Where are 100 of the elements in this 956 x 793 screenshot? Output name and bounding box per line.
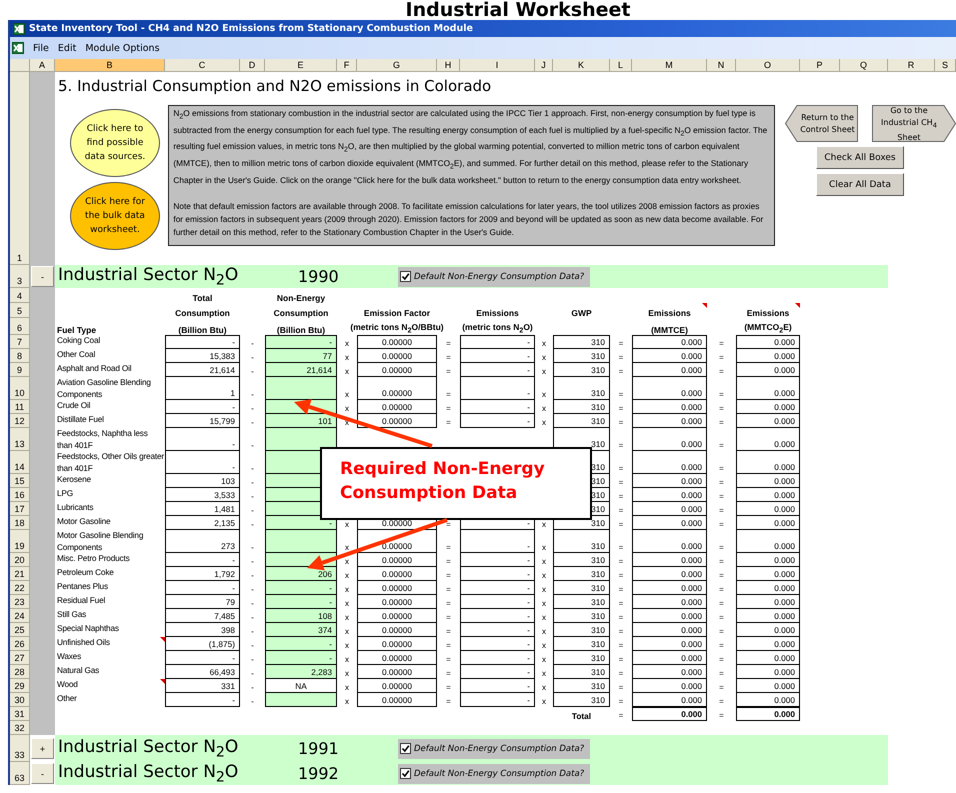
row-header[interactable]: 1 [10, 72, 30, 265]
outline-toggle-button[interactable]: + [31, 738, 54, 759]
value-cell[interactable]: 0.000 [632, 414, 707, 428]
value-cell[interactable]: 15,799 [165, 414, 240, 428]
value-cell[interactable]: 0.000 [632, 335, 707, 349]
value-cell[interactable]: 0.00000 [357, 679, 437, 693]
value-cell[interactable]: 0.000 [632, 488, 707, 502]
value-cell[interactable]: 310 [553, 637, 610, 651]
row-header[interactable]: 30 [10, 693, 30, 707]
value-cell[interactable]: - [460, 595, 535, 609]
value-cell[interactable]: 0.000 [632, 400, 707, 414]
nav-button[interactable]: Go to the Industrial CH$_{4}$ Sheet [872, 105, 956, 142]
value-cell[interactable]: 0.000 [736, 567, 800, 581]
column-header[interactable]: G [357, 59, 437, 72]
row-header[interactable]: 24 [10, 609, 30, 623]
value-cell[interactable]: - [460, 651, 535, 665]
value-cell[interactable]: 0.000 [736, 414, 800, 428]
column-header[interactable]: I [460, 59, 535, 72]
value-cell[interactable]: 0.000 [736, 595, 800, 609]
value-cell[interactable]: 0.000 [632, 623, 707, 637]
value-cell[interactable]: - [460, 400, 535, 414]
row-header[interactable]: 26 [10, 637, 30, 651]
value-cell[interactable]: 0.000 [632, 428, 707, 451]
value-cell[interactable]: 0.000 [736, 363, 800, 377]
column-header[interactable]: J [535, 59, 553, 72]
value-cell[interactable]: 0.000 [736, 623, 800, 637]
value-cell[interactable]: - [165, 553, 240, 567]
column-header[interactable]: B [55, 59, 165, 72]
value-cell[interactable]: 0.000 [736, 400, 800, 414]
value-cell[interactable]: 0.000 [736, 530, 800, 553]
value-cell[interactable]: 310 [553, 651, 610, 665]
value-cell[interactable]: 0.000 [736, 581, 800, 595]
value-cell[interactable]: 103 [165, 474, 240, 488]
value-cell[interactable]: - [460, 363, 535, 377]
value-cell[interactable]: - [165, 693, 240, 707]
value-cell[interactable]: 0.000 [632, 530, 707, 553]
row-header[interactable]: 17 [10, 502, 30, 516]
row-header[interactable]: 20 [10, 553, 30, 567]
input-cell[interactable] [265, 428, 337, 451]
comment-marker[interactable] [160, 637, 165, 642]
row-header[interactable]: 4 [10, 288, 30, 303]
value-cell[interactable]: - [460, 335, 535, 349]
value-cell[interactable]: 101 [265, 414, 337, 428]
column-header[interactable]: A [30, 59, 55, 72]
value-cell[interactable]: 1,792 [165, 567, 240, 581]
value-cell[interactable]: 0.000 [632, 516, 707, 530]
value-cell[interactable]: 310 [553, 595, 610, 609]
value-cell[interactable]: - [460, 567, 535, 581]
default-data-checkbox[interactable]: Default Non-Energy Consumption Data? [398, 266, 590, 287]
value-cell[interactable]: 0.000 [736, 474, 800, 488]
value-cell[interactable]: 7,485 [165, 609, 240, 623]
row-header[interactable]: 6 [10, 318, 30, 335]
value-cell[interactable]: - [165, 428, 240, 451]
value-cell[interactable]: 0.000 [736, 502, 800, 516]
column-header[interactable]: S [935, 59, 956, 72]
action-button[interactable]: Clear All Data [816, 173, 904, 196]
row-header[interactable]: 12 [10, 414, 30, 428]
value-cell[interactable]: 0.00000 [357, 363, 437, 377]
value-cell[interactable]: 0.000 [632, 567, 707, 581]
row-header[interactable]: 15 [10, 474, 30, 488]
menu-item[interactable]: Edit [58, 42, 76, 54]
value-cell[interactable]: 310 [553, 414, 610, 428]
row-header[interactable]: 3 [10, 265, 30, 288]
value-cell[interactable]: 310 [553, 530, 610, 553]
value-cell[interactable]: 0.000 [736, 377, 800, 400]
column-header[interactable]: C [165, 59, 240, 72]
value-cell[interactable]: 0.000 [736, 637, 800, 651]
value-cell[interactable]: - [460, 679, 535, 693]
row-header[interactable]: 8 [10, 349, 30, 363]
value-cell[interactable]: 0.00000 [357, 335, 437, 349]
value-cell[interactable]: 0.00000 [357, 609, 437, 623]
value-cell[interactable]: 0.00000 [357, 567, 437, 581]
value-cell[interactable]: 0.000 [632, 595, 707, 609]
value-cell[interactable]: 310 [553, 581, 610, 595]
input-cell[interactable] [265, 693, 337, 707]
value-cell[interactable]: 0.00000 [357, 377, 437, 400]
value-cell[interactable]: 0.000 [632, 679, 707, 693]
value-cell[interactable]: 66,493 [165, 665, 240, 679]
value-cell[interactable]: - [165, 451, 240, 474]
value-cell[interactable]: 0.000 [736, 651, 800, 665]
value-cell[interactable]: 331 [165, 679, 240, 693]
value-cell[interactable]: 0.00000 [357, 414, 437, 428]
value-cell[interactable]: 0.000 [736, 553, 800, 567]
value-cell[interactable]: 206 [265, 567, 337, 581]
value-cell[interactable]: 0.000 [632, 693, 707, 707]
value-cell[interactable]: 0.000 [736, 693, 800, 707]
checkbox[interactable] [400, 271, 411, 282]
value-cell[interactable]: - [265, 516, 337, 530]
value-cell[interactable]: 310 [553, 335, 610, 349]
value-cell[interactable]: 310 [553, 553, 610, 567]
value-cell[interactable]: 77 [265, 349, 337, 363]
outline-toggle-button[interactable]: - [31, 763, 54, 784]
value-cell[interactable]: 0.000 [632, 651, 707, 665]
value-cell[interactable]: - [460, 623, 535, 637]
value-cell[interactable]: 374 [265, 623, 337, 637]
value-cell[interactable]: 0.00000 [357, 651, 437, 665]
value-cell[interactable]: 0.000 [632, 665, 707, 679]
value-cell[interactable]: - [165, 335, 240, 349]
value-cell[interactable]: 1 [165, 377, 240, 400]
row-header[interactable]: 31 [10, 707, 30, 721]
